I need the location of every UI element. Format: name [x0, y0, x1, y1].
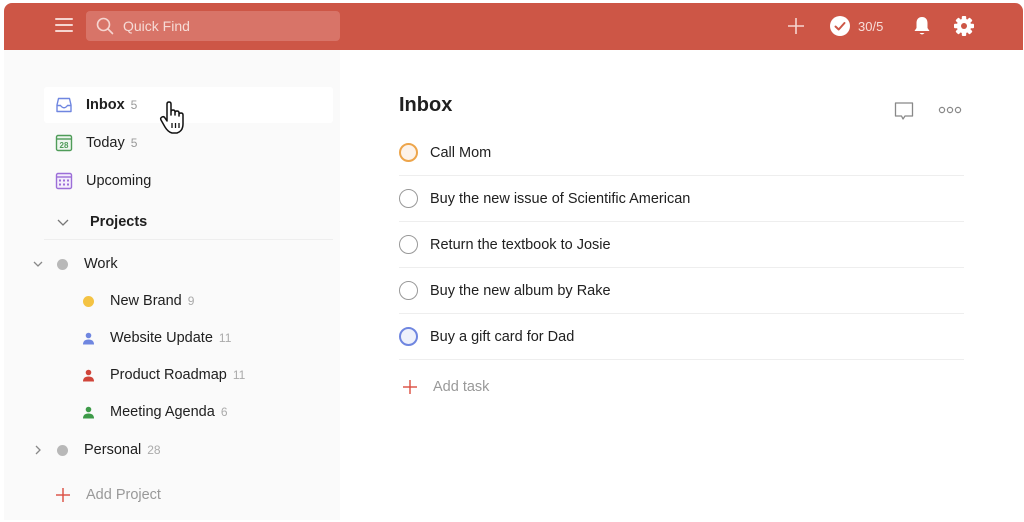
task-label[interactable]: Call Mom — [430, 145, 491, 161]
project-count: 11 — [232, 368, 246, 382]
task-row: Return the textbook to Josie — [399, 222, 964, 268]
project-product-roadmap[interactable]: Product Roadmap 11 — [82, 358, 245, 392]
task-row: Buy the new album by Rake — [399, 268, 964, 314]
app-window: 30/5 Inbox 5 — [4, 3, 1023, 520]
chevron-down-icon — [57, 219, 69, 226]
search-input[interactable] — [123, 18, 323, 34]
menu-icon[interactable] — [55, 17, 73, 33]
task-row: Call Mom — [399, 130, 964, 176]
project-count: 28 — [147, 443, 161, 457]
project-meeting-agenda[interactable]: Meeting Agenda 6 — [82, 395, 228, 429]
chevron-right-icon[interactable] — [31, 443, 45, 457]
plus-icon — [56, 488, 70, 502]
nav-label: Today — [86, 135, 125, 151]
add-project-button[interactable]: Add Project — [56, 480, 161, 510]
project-new-brand[interactable]: New Brand 9 — [83, 284, 194, 318]
task-row: Buy a gift card for Dad — [399, 314, 964, 360]
project-personal[interactable]: Personal 28 — [31, 433, 161, 467]
task-label[interactable]: Buy the new album by Rake — [430, 283, 611, 299]
calendar-upcoming-icon — [54, 171, 74, 191]
project-dot-icon — [57, 258, 68, 270]
project-dot-icon — [83, 295, 94, 307]
project-label: Product Roadmap — [110, 367, 227, 383]
nav-label: Upcoming — [86, 173, 152, 189]
sidebar-item-upcoming[interactable]: Upcoming — [44, 163, 333, 199]
task-label[interactable]: Buy a gift card for Dad — [430, 329, 574, 345]
sidebar-item-inbox[interactable]: Inbox 5 — [44, 87, 333, 123]
project-website-update[interactable]: Website Update 11 — [82, 321, 231, 355]
gear-icon[interactable] — [953, 15, 975, 37]
shared-person-icon — [83, 406, 94, 418]
nav-count: 5 — [130, 136, 138, 150]
task-label[interactable]: Buy the new issue of Scientific American — [430, 191, 690, 207]
calendar-today-icon: 28 — [54, 133, 74, 153]
more-options-icon[interactable] — [938, 104, 962, 116]
add-task-label: Add task — [433, 379, 490, 395]
project-dot-icon — [57, 444, 68, 456]
search-icon — [96, 17, 114, 35]
plus-icon — [403, 380, 417, 394]
project-label: New Brand — [110, 293, 182, 309]
project-count: 6 — [220, 405, 228, 419]
comment-icon[interactable] — [893, 100, 915, 122]
svg-text:28: 28 — [60, 141, 69, 150]
main-content: Inbox Call Mom Buy the new issue of Scie… — [340, 50, 1023, 520]
top-bar: 30/5 — [4, 3, 1023, 50]
projects-header[interactable]: Projects — [44, 204, 333, 240]
chevron-down-icon[interactable] — [31, 257, 45, 271]
sidebar: Inbox 5 28 Today 5 Upcoming Projects Wor… — [4, 50, 340, 520]
task-checkbox[interactable] — [399, 143, 418, 162]
project-label: Work — [84, 256, 118, 272]
nav-label: Inbox — [86, 97, 125, 113]
karma-count: 30/5 — [858, 18, 884, 34]
shared-person-icon — [83, 369, 94, 381]
add-task-button[interactable]: Add task — [403, 372, 489, 402]
add-project-label: Add Project — [86, 487, 161, 503]
task-label[interactable]: Return the textbook to Josie — [430, 237, 611, 253]
project-work[interactable]: Work — [31, 247, 118, 281]
project-label: Meeting Agenda — [110, 404, 215, 420]
projects-label: Projects — [90, 213, 148, 230]
project-count: 9 — [187, 294, 195, 308]
task-checkbox[interactable] — [399, 327, 418, 346]
add-task-plus-icon[interactable] — [786, 16, 806, 36]
bell-icon[interactable] — [912, 15, 932, 37]
project-label: Website Update — [110, 330, 213, 346]
page-title: Inbox — [399, 94, 453, 116]
project-label: Personal — [84, 442, 142, 458]
task-checkbox[interactable] — [399, 281, 418, 300]
sidebar-item-today[interactable]: 28 Today 5 — [44, 125, 333, 161]
nav-count: 5 — [130, 98, 138, 112]
check-circle-icon — [830, 16, 850, 36]
shared-person-icon — [83, 332, 94, 344]
task-checkbox[interactable] — [399, 235, 418, 254]
task-checkbox[interactable] — [399, 189, 418, 208]
quick-find[interactable] — [86, 11, 340, 41]
task-row: Buy the new issue of Scientific American — [399, 176, 964, 222]
productivity-button[interactable]: 30/5 — [830, 15, 883, 37]
project-count: 11 — [218, 331, 232, 345]
inbox-icon — [54, 95, 74, 115]
